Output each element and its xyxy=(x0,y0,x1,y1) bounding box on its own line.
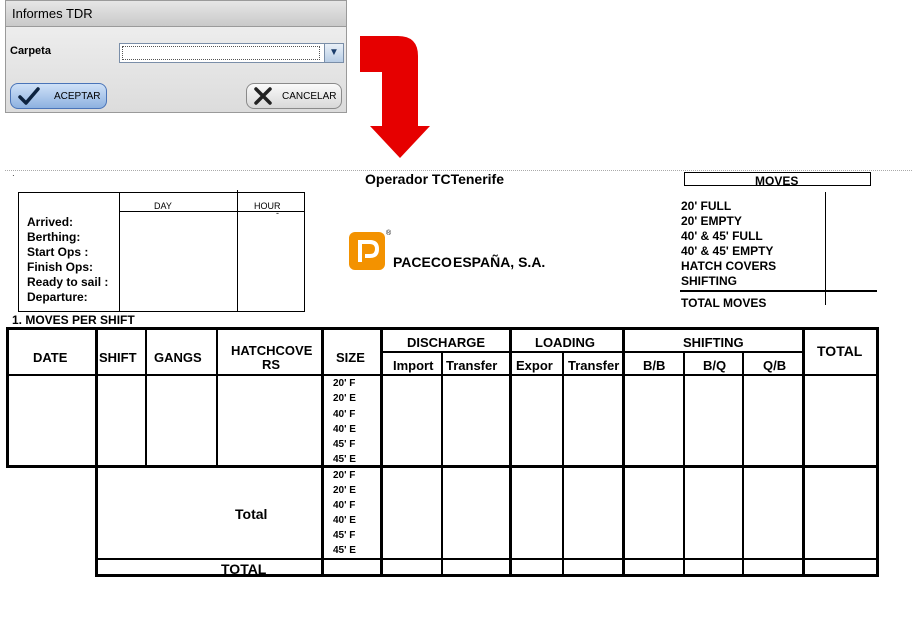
col-shift: SHIFT xyxy=(99,350,137,365)
operator-title: Operador TCTenerife xyxy=(365,171,504,187)
total-row-label: Total xyxy=(235,506,268,522)
col-total: TOTAL xyxy=(817,343,863,359)
moves-20-empty: 20' EMPTY xyxy=(681,214,742,228)
subcol-qb: Q/B xyxy=(763,358,787,373)
paceco-logo-icon xyxy=(349,232,385,270)
size-45e: 45' E xyxy=(333,545,356,556)
group-discharge: DISCHARGE xyxy=(407,335,486,350)
cancelar-label: CANCELAR xyxy=(282,91,337,102)
size-40f: 40' F xyxy=(333,409,356,420)
col-hatchcovers-1: HATCHCOVE xyxy=(231,343,313,358)
logo-company: PACECO xyxy=(393,254,452,270)
paceco-logo: ® PACECO ESPAÑA, S.A. xyxy=(349,230,549,272)
total-moves-label: TOTAL MOVES xyxy=(681,296,767,310)
finish-ops-label: Finish Ops: xyxy=(27,260,93,274)
subcol-transfer-loading: Transfer xyxy=(568,358,620,373)
x-icon xyxy=(254,87,272,105)
departure-label: Departure: xyxy=(27,290,88,304)
size-40e: 40' E xyxy=(333,515,356,526)
size-45e: 45' E xyxy=(333,454,356,465)
size-20f: 20' F xyxy=(333,470,356,481)
moves-hatch-covers: HATCH COVERS xyxy=(681,259,777,273)
moves-shifting: SHIFTING xyxy=(681,274,737,288)
dialog-title: Informes TDR xyxy=(6,1,346,27)
size-20e: 20' E xyxy=(333,393,356,404)
moves-40-45-full: 40' & 45' FULL xyxy=(681,229,763,243)
arrived-label: Arrived: xyxy=(27,215,74,229)
subcol-transfer-discharge: Transfer xyxy=(446,358,498,373)
cancelar-button[interactable]: CANCELAR xyxy=(246,83,342,109)
col-gangs: GANGS xyxy=(154,350,202,365)
moves-40-45-empty: 40' & 45' EMPTY xyxy=(681,244,774,258)
subcol-bq: B/Q xyxy=(703,358,727,373)
col-date: DATE xyxy=(33,350,68,365)
carpeta-label: Carpeta xyxy=(10,45,51,57)
day-header: DAY xyxy=(154,201,172,211)
red-arrow-icon xyxy=(360,36,430,158)
moves-title: MOVES xyxy=(755,174,799,188)
subcol-import: Import xyxy=(393,358,434,373)
logo-country: ESPAÑA, S.A. xyxy=(453,254,546,270)
chevron-down-icon[interactable]: ▼ xyxy=(324,44,343,62)
aceptar-label: ACEPTAR xyxy=(54,91,101,102)
group-loading: LOADING xyxy=(535,335,595,350)
subcol-export: Expor xyxy=(516,358,553,373)
moves-header-box: MOVES xyxy=(684,172,871,188)
logo-registered-mark: ® xyxy=(386,230,392,237)
size-45f: 45' F xyxy=(333,439,356,450)
carpeta-select[interactable]: ▼ xyxy=(119,43,344,63)
informes-dialog: Informes TDR Carpeta ▼ ACEPTAR CANCELAR xyxy=(5,0,347,113)
aceptar-button[interactable]: ACEPTAR xyxy=(10,83,107,109)
size-45f: 45' F xyxy=(333,530,356,541)
col-size: SIZE xyxy=(336,350,365,365)
berthing-label: Berthing: xyxy=(27,230,81,244)
arrival-table: DAY HOUR - Arrived: Berthing: Start Ops … xyxy=(18,190,305,312)
hour-value: - xyxy=(276,208,279,218)
subcol-bb: B/B xyxy=(643,358,666,373)
size-40e: 40' E xyxy=(333,424,356,435)
page-dot: · xyxy=(12,171,15,180)
start-ops-label: Start Ops : xyxy=(27,245,89,259)
group-shifting: SHIFTING xyxy=(683,335,744,350)
checkmark-icon xyxy=(18,87,40,105)
section-title: 1. MOVES PER SHIFT xyxy=(12,313,135,327)
carpeta-value xyxy=(122,46,320,60)
ready-to-sail-label: Ready to sail : xyxy=(27,275,109,289)
moves-20-full: 20' FULL xyxy=(681,199,732,213)
size-40f: 40' F xyxy=(333,500,356,511)
size-20e: 20' E xyxy=(333,485,356,496)
col-hatchcovers-2: RS xyxy=(262,357,281,372)
grand-total-label: TOTAL xyxy=(221,561,267,577)
size-20f: 20' F xyxy=(333,378,356,389)
